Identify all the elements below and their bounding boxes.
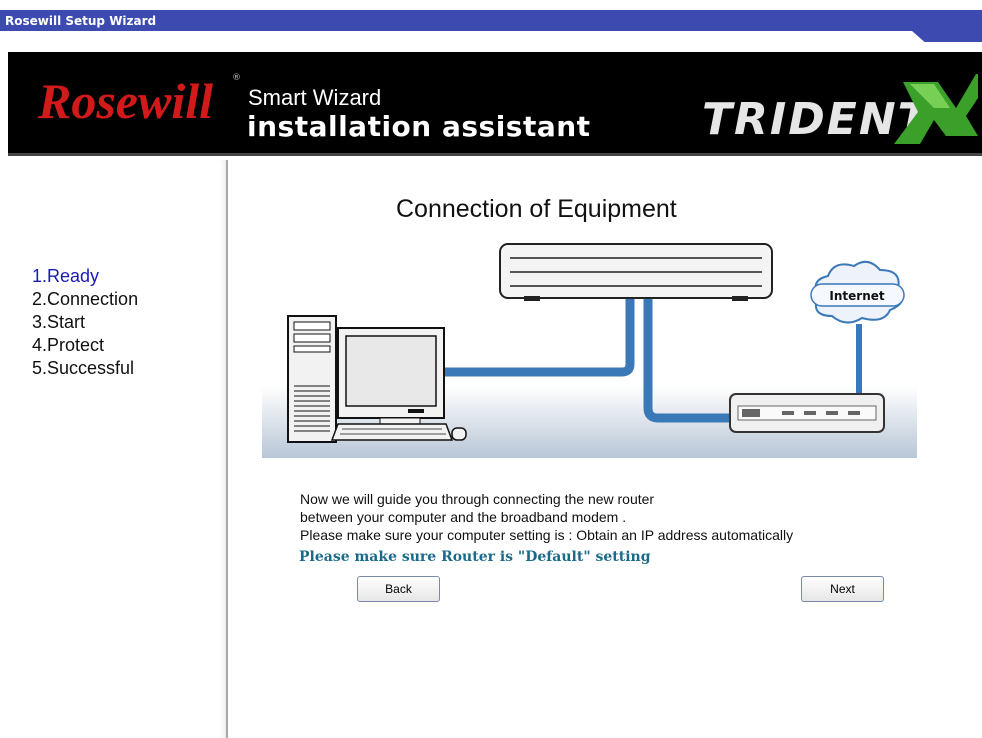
router-icon <box>499 243 773 301</box>
page-title: Connection of Equipment <box>396 195 677 223</box>
step-list: 1.Ready 2.Connection 3.Start 4.Protect 5… <box>32 265 138 380</box>
step-ready: 1.Ready <box>32 266 100 286</box>
mouse-icon <box>451 427 467 441</box>
instructions: Now we will guide you through connecting… <box>300 490 793 544</box>
sidebar: 1.Ready 2.Connection 3.Start 4.Protect 5… <box>0 160 228 738</box>
step-connection: 2.Connection <box>32 289 139 309</box>
connection-diagram: Internet <box>262 243 917 458</box>
header-title: installation assistant <box>247 110 591 143</box>
step-successful: 5.Successful <box>32 358 135 378</box>
instruction-line: between your computer and the broadband … <box>300 509 627 525</box>
internet-cloud-icon: Internet <box>810 260 905 324</box>
computer-tower-icon <box>287 315 337 443</box>
keyboard-icon <box>330 423 454 441</box>
instruction-line: Please make sure your computer setting i… <box>300 527 794 543</box>
monitor-icon <box>337 327 445 427</box>
cable-computer-router <box>443 298 635 377</box>
banner-divider <box>8 153 982 156</box>
svg-text:TRIDENT: TRIDENT <box>702 94 931 145</box>
title-bar-notch <box>912 31 982 42</box>
default-setting-note: Please make sure Router is "Default" set… <box>299 549 651 565</box>
svg-text:Rosewill: Rosewill <box>37 73 213 129</box>
window-title: Rosewill Setup Wizard <box>5 14 157 28</box>
internet-label: Internet <box>829 289 884 303</box>
trident-x-logo: TRIDENT <box>702 74 978 145</box>
modem-icon <box>729 393 885 433</box>
back-button[interactable]: Back <box>357 576 440 602</box>
rosewill-logo: Rosewill ® <box>37 73 240 129</box>
next-button[interactable]: Next <box>801 576 884 602</box>
step-start: 3.Start <box>32 312 86 332</box>
instruction-line: Now we will guide you through connecting… <box>300 491 655 507</box>
step-protect: 4.Protect <box>32 335 105 355</box>
header-banner: Rosewill ® Smart Wizard installation ass… <box>8 52 982 156</box>
header-subtitle: Smart Wizard <box>248 85 382 110</box>
svg-text:®: ® <box>232 73 240 83</box>
title-bar: Rosewill Setup Wizard <box>0 0 982 44</box>
